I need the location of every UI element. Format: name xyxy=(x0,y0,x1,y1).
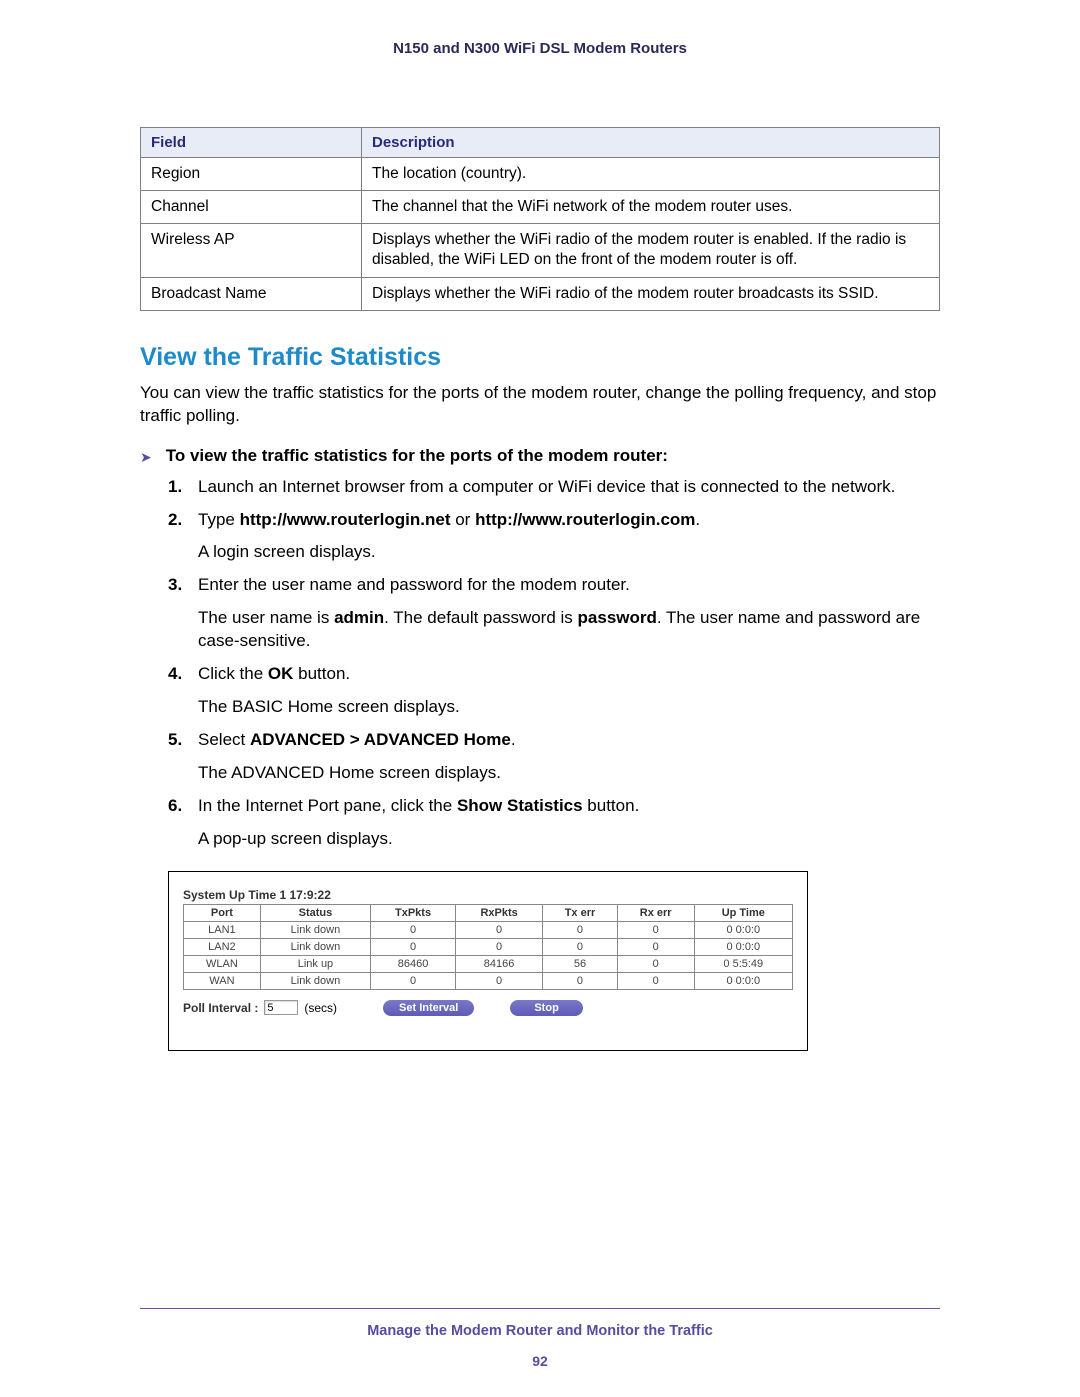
table-row: Region The location (country). xyxy=(141,158,940,191)
table-row: Channel The channel that the WiFi networ… xyxy=(141,191,940,224)
poll-interval-input[interactable] xyxy=(264,1000,298,1015)
statistics-popup: System Up Time 1 17:9:22 Port Status TxP… xyxy=(168,871,808,1051)
procedure-title: ➤ To view the traffic statistics for the… xyxy=(140,446,940,466)
step-2: 2. Type http://www.routerlogin.net or ht… xyxy=(168,509,940,565)
th-port: Port xyxy=(184,904,261,921)
cell-desc: The channel that the WiFi network of the… xyxy=(362,191,940,224)
poll-interval-row: Poll Interval : (secs) Set Interval Stop xyxy=(183,1000,793,1016)
section-intro: You can view the traffic statistics for … xyxy=(140,382,940,428)
table-header-description: Description xyxy=(362,128,940,158)
step-sub: A login screen displays. xyxy=(198,541,940,564)
stop-button[interactable]: Stop xyxy=(510,1000,582,1016)
table-row: Wireless AP Displays whether the WiFi ra… xyxy=(141,224,940,277)
step-text: Type http://www.routerlogin.net or http:… xyxy=(198,510,700,529)
stats-row: LAN2Link down00000 0:0:0 xyxy=(184,938,793,955)
statistics-table: Port Status TxPkts RxPkts Tx err Rx err … xyxy=(183,904,793,990)
step-text: Click the OK button. xyxy=(198,664,350,683)
th-txpkts: TxPkts xyxy=(371,904,456,921)
set-interval-button[interactable]: Set Interval xyxy=(383,1000,474,1016)
step-1: 1.Launch an Internet browser from a comp… xyxy=(168,476,940,499)
th-status: Status xyxy=(260,904,370,921)
th-rxerr: Rx err xyxy=(617,904,694,921)
step-5: 5. Select ADVANCED > ADVANCED Home. The … xyxy=(168,729,940,785)
step-text: In the Internet Port pane, click the Sho… xyxy=(198,796,639,815)
table-row: Broadcast Name Displays whether the WiFi… xyxy=(141,277,940,310)
table-header-field: Field xyxy=(141,128,362,158)
step-text: Select ADVANCED > ADVANCED Home. xyxy=(198,730,516,749)
step-6: 6. In the Internet Port pane, click the … xyxy=(168,795,940,851)
th-txerr: Tx err xyxy=(543,904,618,921)
stats-row: LAN1Link down00000 0:0:0 xyxy=(184,921,793,938)
step-sub: A pop-up screen displays. xyxy=(198,828,940,851)
th-uptime: Up Time xyxy=(694,904,792,921)
section-heading: View the Traffic Statistics xyxy=(140,343,940,372)
cell-desc: Displays whether the WiFi radio of the m… xyxy=(362,224,940,277)
cell-field: Broadcast Name xyxy=(141,277,362,310)
field-description-table: Field Description Region The location (c… xyxy=(140,127,940,311)
procedure-steps: 1.Launch an Internet browser from a comp… xyxy=(168,476,940,851)
step-sub: The ADVANCED Home screen displays. xyxy=(198,762,940,785)
step-text: Enter the user name and password for the… xyxy=(198,575,630,594)
footer-text: Manage the Modem Router and Monitor the … xyxy=(140,1323,940,1339)
step-4: 4. Click the OK button. The BASIC Home s… xyxy=(168,663,940,719)
stats-row: WLANLink up86460841665600 5:5:49 xyxy=(184,955,793,972)
page-footer: Manage the Modem Router and Monitor the … xyxy=(140,1308,940,1369)
cell-field: Region xyxy=(141,158,362,191)
step-sub: The BASIC Home screen displays. xyxy=(198,696,940,719)
arrow-icon: ➤ xyxy=(140,449,152,466)
document-header: N150 and N300 WiFi DSL Modem Routers xyxy=(140,40,940,57)
stats-row: WANLink down00000 0:0:0 xyxy=(184,972,793,989)
step-3: 3. Enter the user name and password for … xyxy=(168,574,940,653)
cell-desc: Displays whether the WiFi radio of the m… xyxy=(362,277,940,310)
step-text: Launch an Internet browser from a comput… xyxy=(198,477,895,496)
poll-label: Poll Interval : xyxy=(183,1001,258,1015)
system-uptime: System Up Time 1 17:9:22 xyxy=(183,888,793,902)
procedure-title-text: To view the traffic statistics for the p… xyxy=(166,446,668,466)
page-number: 92 xyxy=(140,1353,940,1369)
cell-desc: The location (country). xyxy=(362,158,940,191)
th-rxpkts: RxPkts xyxy=(456,904,543,921)
step-sub: The user name is admin. The default pass… xyxy=(198,607,940,653)
cell-field: Wireless AP xyxy=(141,224,362,277)
poll-unit: (secs) xyxy=(304,1001,337,1015)
cell-field: Channel xyxy=(141,191,362,224)
